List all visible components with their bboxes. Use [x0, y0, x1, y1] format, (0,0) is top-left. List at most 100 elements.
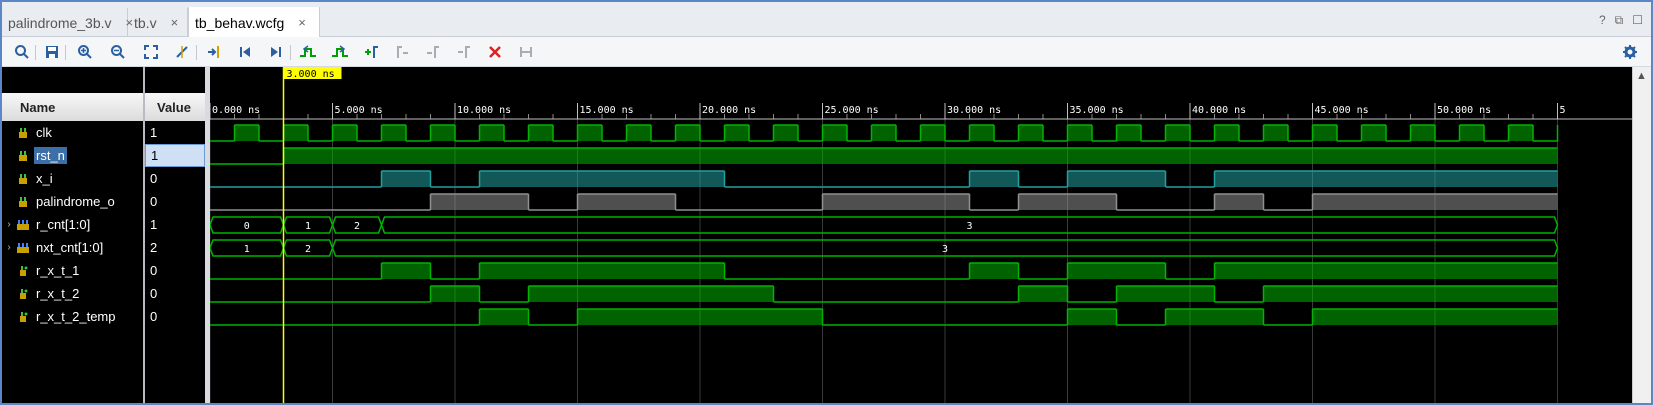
- wave-high-segment: [283, 148, 1558, 164]
- add-marker-icon[interactable]: [362, 42, 382, 62]
- bus-value-label: 3: [942, 244, 948, 255]
- time-ruler-label: 5: [1560, 105, 1566, 116]
- wave-high-segment: [675, 125, 700, 141]
- signal-row[interactable]: › nxt_cnt[1:0]: [2, 236, 143, 259]
- signal-value[interactable]: 0: [145, 305, 205, 328]
- bit-signal-icon: [16, 127, 30, 139]
- waveform-canvas[interactable]: 0.000 ns 5.000 ns 10.000 ns 15.000 ns 20.000…: [209, 67, 1632, 403]
- gear-icon[interactable]: [1620, 42, 1640, 62]
- next-marker-icon[interactable]: [423, 42, 443, 62]
- wave-high-segment: [969, 125, 994, 141]
- expand-chevron-icon[interactable]: ›: [2, 242, 16, 253]
- wave-high-segment: [1312, 309, 1558, 325]
- wave-high-segment: [1018, 194, 1117, 210]
- help-icon[interactable]: ?: [1599, 13, 1606, 28]
- time-ruler-label: 15.000 ns: [580, 105, 634, 116]
- name-column-header[interactable]: Name: [2, 93, 143, 121]
- tab-tb-v[interactable]: tb.v ×: [128, 8, 188, 37]
- wave-high-segment: [1214, 125, 1239, 141]
- wave-high-segment: [528, 125, 553, 141]
- wave-high-segment: [1312, 125, 1337, 141]
- signal-name: palindrome_o: [36, 194, 115, 209]
- bus-signal-icon: [16, 242, 30, 254]
- wave-high-segment: [1508, 125, 1533, 141]
- wave-high-segment: [1214, 263, 1558, 279]
- wave-high-segment: [1067, 263, 1166, 279]
- restore-icon[interactable]: ⧉: [1615, 13, 1624, 28]
- tab-palindrome-3b-v[interactable]: palindrome_3b.v ×: [2, 8, 133, 37]
- signal-name-panel: Name clk rst_n x_i palindrome_o › r_cnt[1:0] ›…: [2, 67, 143, 403]
- time-ruler-label: 45.000 ns: [1315, 105, 1369, 116]
- time-ruler-label: 35.000 ns: [1070, 105, 1124, 116]
- wave-high-segment: [1067, 171, 1166, 187]
- wave-high-segment: [1459, 125, 1484, 141]
- swap-cursor-icon[interactable]: [172, 42, 192, 62]
- wave-high-segment: [381, 263, 431, 279]
- signal-value[interactable]: 1: [145, 121, 205, 144]
- wave-high-segment: [234, 125, 259, 141]
- signal-row[interactable]: r_x_t_2_temp: [2, 305, 143, 328]
- zoom-fit-icon[interactable]: [141, 42, 161, 62]
- go-to-cursor-icon[interactable]: [204, 42, 224, 62]
- signal-name: x_i: [36, 171, 53, 186]
- signal-value[interactable]: 0: [145, 282, 205, 305]
- signal-row[interactable]: rst_n: [2, 144, 143, 167]
- expand-chevron-icon[interactable]: ›: [2, 219, 16, 230]
- time-ruler-label: 40.000 ns: [1192, 105, 1246, 116]
- signal-value[interactable]: 0: [145, 190, 205, 213]
- time-ruler-label: 50.000 ns: [1437, 105, 1491, 116]
- next-transition-icon[interactable]: [330, 42, 350, 62]
- wave-high-segment: [479, 125, 504, 141]
- wave-high-segment: [1263, 286, 1558, 302]
- snap-icon[interactable]: [516, 42, 536, 62]
- reg-signal-icon: [16, 265, 30, 277]
- go-to-last-time-icon[interactable]: [266, 42, 286, 62]
- delete-marker-icon[interactable]: [485, 42, 505, 62]
- signal-row[interactable]: palindrome_o: [2, 190, 143, 213]
- wave-high-segment: [969, 171, 1019, 187]
- close-icon[interactable]: ×: [171, 15, 179, 30]
- signal-name: r_x_t_2: [36, 286, 80, 301]
- vertical-scrollbar[interactable]: ▲: [1632, 67, 1651, 403]
- wave-high-segment: [724, 125, 749, 141]
- value-column-header[interactable]: Value: [145, 93, 205, 121]
- wave-high-segment: [1214, 194, 1264, 210]
- close-icon[interactable]: ×: [298, 15, 306, 30]
- signal-row[interactable]: x_i: [2, 167, 143, 190]
- bus-value-label: 1: [305, 221, 311, 232]
- previous-marker-icon[interactable]: [392, 42, 412, 62]
- maximize-icon[interactable]: ☐: [1632, 13, 1643, 28]
- time-ruler-label: 0.000 ns: [212, 105, 260, 116]
- bit-signal-icon: [16, 150, 30, 162]
- signal-value-panel: Value 110012000: [145, 67, 205, 403]
- search-icon[interactable]: [12, 42, 32, 62]
- signal-value[interactable]: 2: [145, 236, 205, 259]
- go-to-time-zero-icon[interactable]: [235, 42, 255, 62]
- wave-high-segment: [381, 171, 431, 187]
- wave-high-segment: [479, 171, 725, 187]
- zoom-in-icon[interactable]: [75, 42, 95, 62]
- toolbar-separator: [35, 45, 36, 60]
- zoom-out-icon[interactable]: [108, 42, 128, 62]
- bus-value-label: 2: [354, 221, 360, 232]
- signal-row[interactable]: clk: [2, 121, 143, 144]
- bus-value-label: 1: [244, 244, 250, 255]
- wave-high-segment: [1361, 125, 1386, 141]
- wave-high-segment: [1165, 309, 1264, 325]
- wave-high-segment: [1067, 125, 1092, 141]
- previous-transition-icon[interactable]: [298, 42, 318, 62]
- signal-value[interactable]: 1: [145, 144, 205, 167]
- signal-value[interactable]: 1: [145, 213, 205, 236]
- signal-row[interactable]: › r_cnt[1:0]: [2, 213, 143, 236]
- signal-value[interactable]: 0: [145, 259, 205, 282]
- tab-tb-behav-wcfg[interactable]: tb_behav.wcfg ×: [188, 7, 320, 38]
- waveform-toolbar: [2, 37, 1651, 67]
- save-icon[interactable]: [42, 42, 62, 62]
- scroll-up-icon[interactable]: ▲: [1636, 70, 1647, 82]
- swap-cursors-icon[interactable]: [454, 42, 474, 62]
- signal-row[interactable]: r_x_t_2: [2, 282, 143, 305]
- signal-row[interactable]: r_x_t_1: [2, 259, 143, 282]
- bus-signal-icon: [16, 219, 30, 231]
- signal-value[interactable]: 0: [145, 167, 205, 190]
- reg-signal-icon: [16, 311, 30, 323]
